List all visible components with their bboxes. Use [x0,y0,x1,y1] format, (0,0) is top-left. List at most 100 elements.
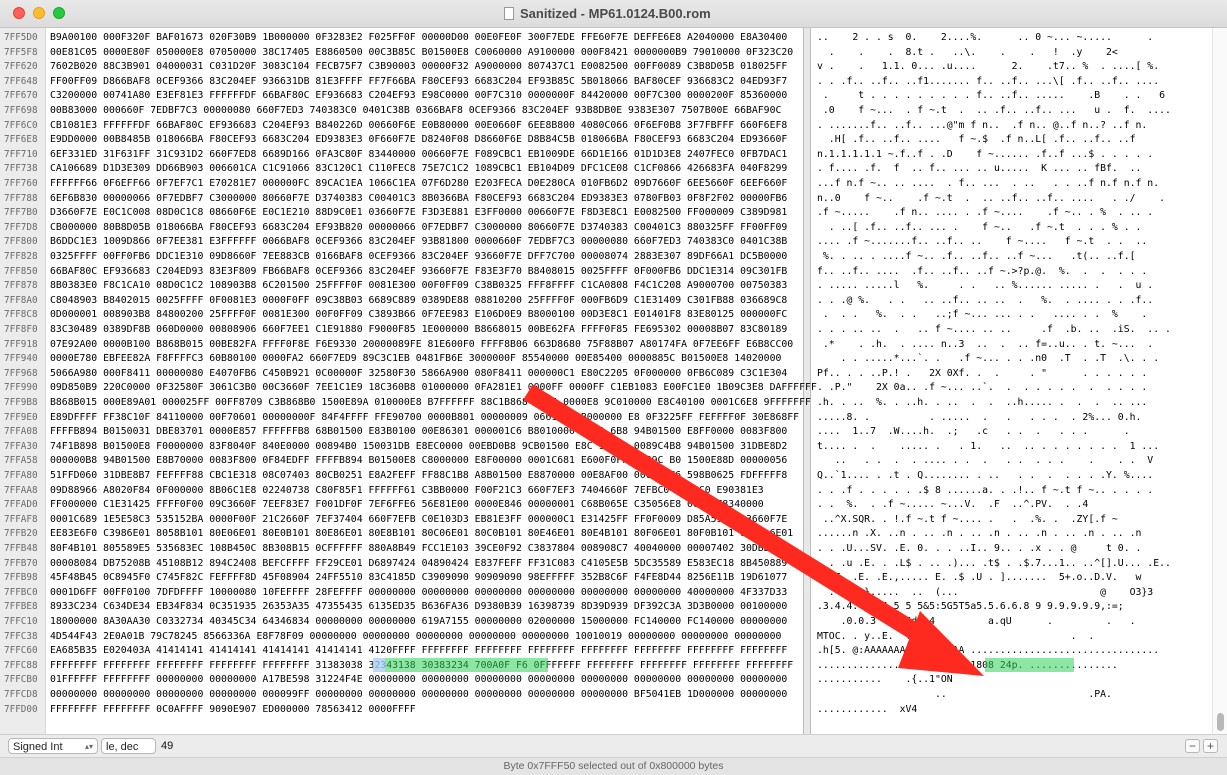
hex-row[interactable]: CA106689 D1D3E309 DD66B903 006601CA C1C9… [50,161,787,176]
ascii-row[interactable]: .0 f ~... . f ~.t . .. .f.. ..f.. ... u … [817,103,1171,118]
ascii-row[interactable]: .h. . .. %. . ..h. . .. . . ..h..... . .… [817,395,1147,410]
ascii-row[interactable]: .* . .h. . .... n..3 .. . .. f=..u.. . t… [817,337,1153,352]
hex-row[interactable]: E9DD0000 00B8485B 018066BA F80CEF93 6683… [50,132,787,147]
hex-row[interactable]: 0001C689 1E5E58C3 535152BA 0000F00F 21C2… [50,512,787,527]
ascii-row[interactable]: Pf.. . . ..P.! . 2X 0Xf. . . . " . . . .… [817,366,1147,381]
ascii-row[interactable]: . ..[ .f.. ..f.. ... . f ~.. .f ~.t . . … [817,220,1142,235]
close-window-button[interactable] [13,7,25,19]
hex-row[interactable]: FF000000 C1E31425 FFFF0F00 09C3660F 7EEF… [50,497,764,512]
hex-row[interactable]: CB000000 80B8D05B 018066BA F80CEF93 6683… [50,220,787,235]
hex-row[interactable]: C3200000 00741A80 E3EF81E3 FFFFFFDF 66BA… [50,88,787,103]
ascii-row[interactable]: . . . %. . . ..;f ~... ... . . .... . . … [817,307,1147,322]
hex-row[interactable]: E89DFFFF FF38C10F 84110000 00F70601 0000… [50,410,799,425]
hex-row[interactable]: 4D544F43 2E0A01B 79C78245 8566336A E8F78… [50,629,781,644]
ascii-row[interactable]: f.. ..f.. .... .f.. ..f.. ..f ~.>?p.@. %… [817,264,1147,279]
ascii-row[interactable]: ........... .{..1"ON [817,672,1141,687]
remove-inspector-button[interactable]: − [1185,739,1200,753]
ascii-row[interactable]: ......n .X. ..n . .. .n . .. .n . .. .n … [817,526,1141,541]
zoom-window-button[interactable] [53,7,65,19]
ascii-row[interactable]: n..0 f ~.. .f ~.t . .. ..f.. ..f.. .... … [817,191,1165,206]
ascii-row[interactable]: .. 2 . . s 0. 2....%. .. 0 ~... ~..... . [817,30,1153,45]
hex-row[interactable]: D3660F7E E0C1C008 08D0C1C8 08660F6E E0C1… [50,205,787,220]
hex-row[interactable]: 45F48B45 0C8945F0 C745F82C FEFFFF8D 45F0… [50,570,787,585]
hex-row[interactable]: B868B015 000E89A01 000025FF 00FF8709 C3B… [50,395,811,410]
hex-row[interactable]: 74F1B898 B01500E8 F0000000 83F8040F 840E… [50,439,787,454]
hex-row[interactable]: 01FFFFFF FFFFFFFF 00000000 00000000 A17B… [50,672,787,687]
minimize-window-button[interactable] [33,7,45,19]
hex-row[interactable]: 00E81C05 0000E80F 050000E8 07050000 38C1… [50,45,793,60]
ascii-row[interactable]: . . %. . .f ~..... ~...V. .F ..^.PV. . .… [817,497,1106,512]
ascii-row[interactable]: . f.... .f. f .. f.. ... .. u..... K ...… [817,161,1141,176]
hex-row[interactable]: 0001D6FF 00FF0100 7DFDFFFF 10000080 10FE… [50,585,787,600]
ascii-row[interactable]: .3.4.4.4.4.4 5 5 5&5:5G5T5a5.5.6.6.8 9 9… [817,599,1153,614]
ascii-row[interactable]: .. . . . . .... . . . . . . . . . . . V [817,453,1154,468]
ascii-row[interactable]: v . . 1.1. 0... .u.... 2. .t7.. % . ....… [817,59,1159,74]
hex-row[interactable]: 07E92A00 0000B100 B868B015 00BE82FA FFFF… [50,337,793,352]
ascii-row[interactable]: .. .PA. [817,687,1141,702]
hex-row[interactable]: 83C30489 0389DF8B 060D0000 00808906 660F… [50,322,787,337]
hex-row[interactable]: 5066A980 000F8411 00000080 E4070FB6 C450… [50,366,787,381]
ascii-row[interactable]: . . .f . . . . . .$ 8 ......a. . .!.. f … [817,483,1153,498]
hex-row[interactable]: 66BAF80C EF936683 C204ED93 83E3F809 FB66… [50,264,787,279]
hex-row[interactable]: EE83E6F0 C3986E01 8058B101 80E06E01 80E0… [50,526,793,541]
data-type-select[interactable]: Signed Int ▴▾ [8,738,98,754]
hex-row[interactable]: 6EF331ED 31F631FF 31C931D2 660F7ED8 6689… [50,147,787,162]
hex-row[interactable]: 00008084 DB75208B 45108B12 894C2408 BEFC… [50,556,787,571]
ascii-row[interactable]: ..^X.SQR. . !.f ~.t f ~.... . . .%. . .Z… [817,512,1118,527]
ascii-row[interactable]: Q..`1.... . .t . Q........ . .. . . . . … [817,468,1153,483]
ascii-row[interactable]: . . . 8.t . ..\. . . ! .y 2< [817,45,1118,60]
ascii-row[interactable]: %. . .. . ....f ~.. .f.. ..f.. ..f ~... … [817,249,1147,264]
ascii-row[interactable]: . .u .E. . .L$ . .. .)... .t$ . .$.7...1… [817,556,1171,571]
ascii-row[interactable]: MTOC. . y..E. f3j. .. . . [817,629,1153,644]
hex-row[interactable]: 8B0383E0 F8C1CA10 08D0C1C2 108903B8 6C20… [50,278,787,293]
hex-row[interactable]: 0325FFFF 00FF0FB6 DDC1E310 09D8660F 7EE8… [50,249,787,264]
ascii-row[interactable]: . . .....*...`. . .f ~... . . .n0 .T . .… [817,351,1171,366]
ascii-row[interactable]: .H[ .f.. ..f.. .... f ~.$ .f n..L[ .f.. … [817,132,1136,147]
hex-row[interactable]: 6EF6B830 00000066 0F7EDBF7 C3000000 8066… [50,191,787,206]
ascii-row[interactable]: . ..... .....l %. . . .. %...... ..... .… [817,278,1153,293]
endian-select[interactable]: le, dec [101,738,156,754]
ascii-row[interactable]: . . .U...SV. .E. 0. . . ..I.. 9.. . .x .… [817,541,1141,556]
hex-row[interactable]: 8933C234 C634DE34 EB34F834 0C351935 2635… [50,599,787,614]
hex-row[interactable]: FFFFFF66 0F6EFF66 0F7EF7C1 E70281E7 0000… [50,176,787,191]
ascii-row[interactable]: . .......f.. ..f.. ...@"m f n.. .f n.. @… [817,118,1147,133]
hex-row[interactable]: 51FFD060 31DBE8B7 FEFFFF88 CBC1E318 08C0… [50,468,787,483]
ascii-row[interactable]: ............ xV4 [817,702,947,717]
hex-row[interactable]: FFFFFFFF FFFFFFFF 0C0AFFFF 9090E907 ED00… [50,702,416,717]
hex-row[interactable]: 00000000 00000000 00000000 00000000 0000… [50,687,787,702]
ascii-row[interactable]: .... .f ~.......f.. ..f.. .. f ~.... f ~… [817,234,1147,249]
ascii-row[interactable]: . . . .. .. . .. f ~.... .. .. .f .b. ..… [817,322,1171,337]
ascii-row[interactable]: .h[5. @:AAAAAAAAAAAAAAAAA ..............… [817,643,1159,658]
ascii-row[interactable]: . .P." 2X 0a.. .f ~... ..`. . . . . . . … [817,380,1147,395]
hex-row[interactable]: B9A00100 000F320F BAF01673 020F30B9 1B00… [50,30,787,45]
ascii-row[interactable]: ...f n.f ~.. .. .... . f.. ... . .. . . … [817,176,1159,191]
ascii-row[interactable]: . t . . . . . . . . . f.. ..f.. ..... .B… [817,88,1165,103]
hex-row[interactable]: 09D88966 A8020F84 0F000000 8B06C1E8 0224… [50,483,764,498]
hex-row[interactable]: 18000000 8A30AA30 C0332734 40345C34 6434… [50,614,787,629]
ascii-row[interactable]: E. E. .E. .E.,..... E. .$ .U . ]....... … [817,570,1141,585]
add-inspector-button[interactable]: + [1203,739,1218,753]
ascii-row[interactable]: . . .@ %. . . .. ..f.. .. .. . %. . ....… [817,293,1153,308]
hex-row[interactable]: 0D000001 008903B8 84800200 25FFFF0F 0081… [50,307,787,322]
hex-row[interactable]: 80F4B101 805589E5 535683EC 108B450C 8B30… [50,541,787,556]
ascii-row[interactable]: t.... . . ..... . . 1. .. .. . . . . . .… [817,439,1159,454]
ascii-row[interactable]: . . .f.. ..f.. ..f1....... f.. ..f.. ...… [817,74,1159,89]
ascii-row[interactable]: . . }..... .. (... @ O3}3 [817,585,1153,600]
scroll-thumb[interactable] [1217,713,1224,731]
hex-row[interactable]: 0000E780 EBFEE82A F8FFFFC3 60B80100 0000… [50,351,781,366]
hex-row[interactable]: B6DDC1E3 1009D866 0F7EE381 E3FFFFFF 0066… [50,234,787,249]
hex-row[interactable]: FFFFB894 B0150031 DBE83701 0000E857 FFFF… [50,424,787,439]
hex-row[interactable]: 00B83000 000660F 7EDBF7C3 00000080 660F7… [50,103,781,118]
ascii-row[interactable]: .0.0.3'4@4\4d4h4 a.qU . . . [817,614,1159,629]
ascii-row[interactable]: .....8. . . ..... . . . . . . 2%... 0.h. [817,410,1141,425]
ascii-row[interactable]: .f ~..... .f n.. .... . .f ~.... .f ~.. … [817,205,1153,220]
hex-row[interactable]: EA685B35 E020403A 41414141 41414141 4141… [50,643,787,658]
ascii-row[interactable]: n.1.1.1.1.1 ~.f..f . .D f ~...... .f..f … [817,147,1153,162]
ascii-row[interactable]: .... 1..7 .W....h. .; .c . . . . . . . [817,424,1130,439]
hex-row[interactable]: FF00FF09 D866BAF8 0CEF9366 83C204EF 9366… [50,74,787,89]
hex-row[interactable]: 7602B020 88C3B901 04000031 C031D20F 3083… [50,59,787,74]
hex-row[interactable]: C8048903 B8402015 0025FFFF 0F0081E3 0000… [50,293,787,308]
hex-row[interactable]: CB1081E3 FFFFFFDF 66BAF80C EF936683 C204… [50,118,787,133]
hex-editor-view[interactable]: 7FF5D0 B9A00100 000F320F BAF01673 020F30B… [0,28,1227,734]
hex-row[interactable]: 000000B8 94B01500 E8B70000 0083F800 0F84… [50,453,787,468]
